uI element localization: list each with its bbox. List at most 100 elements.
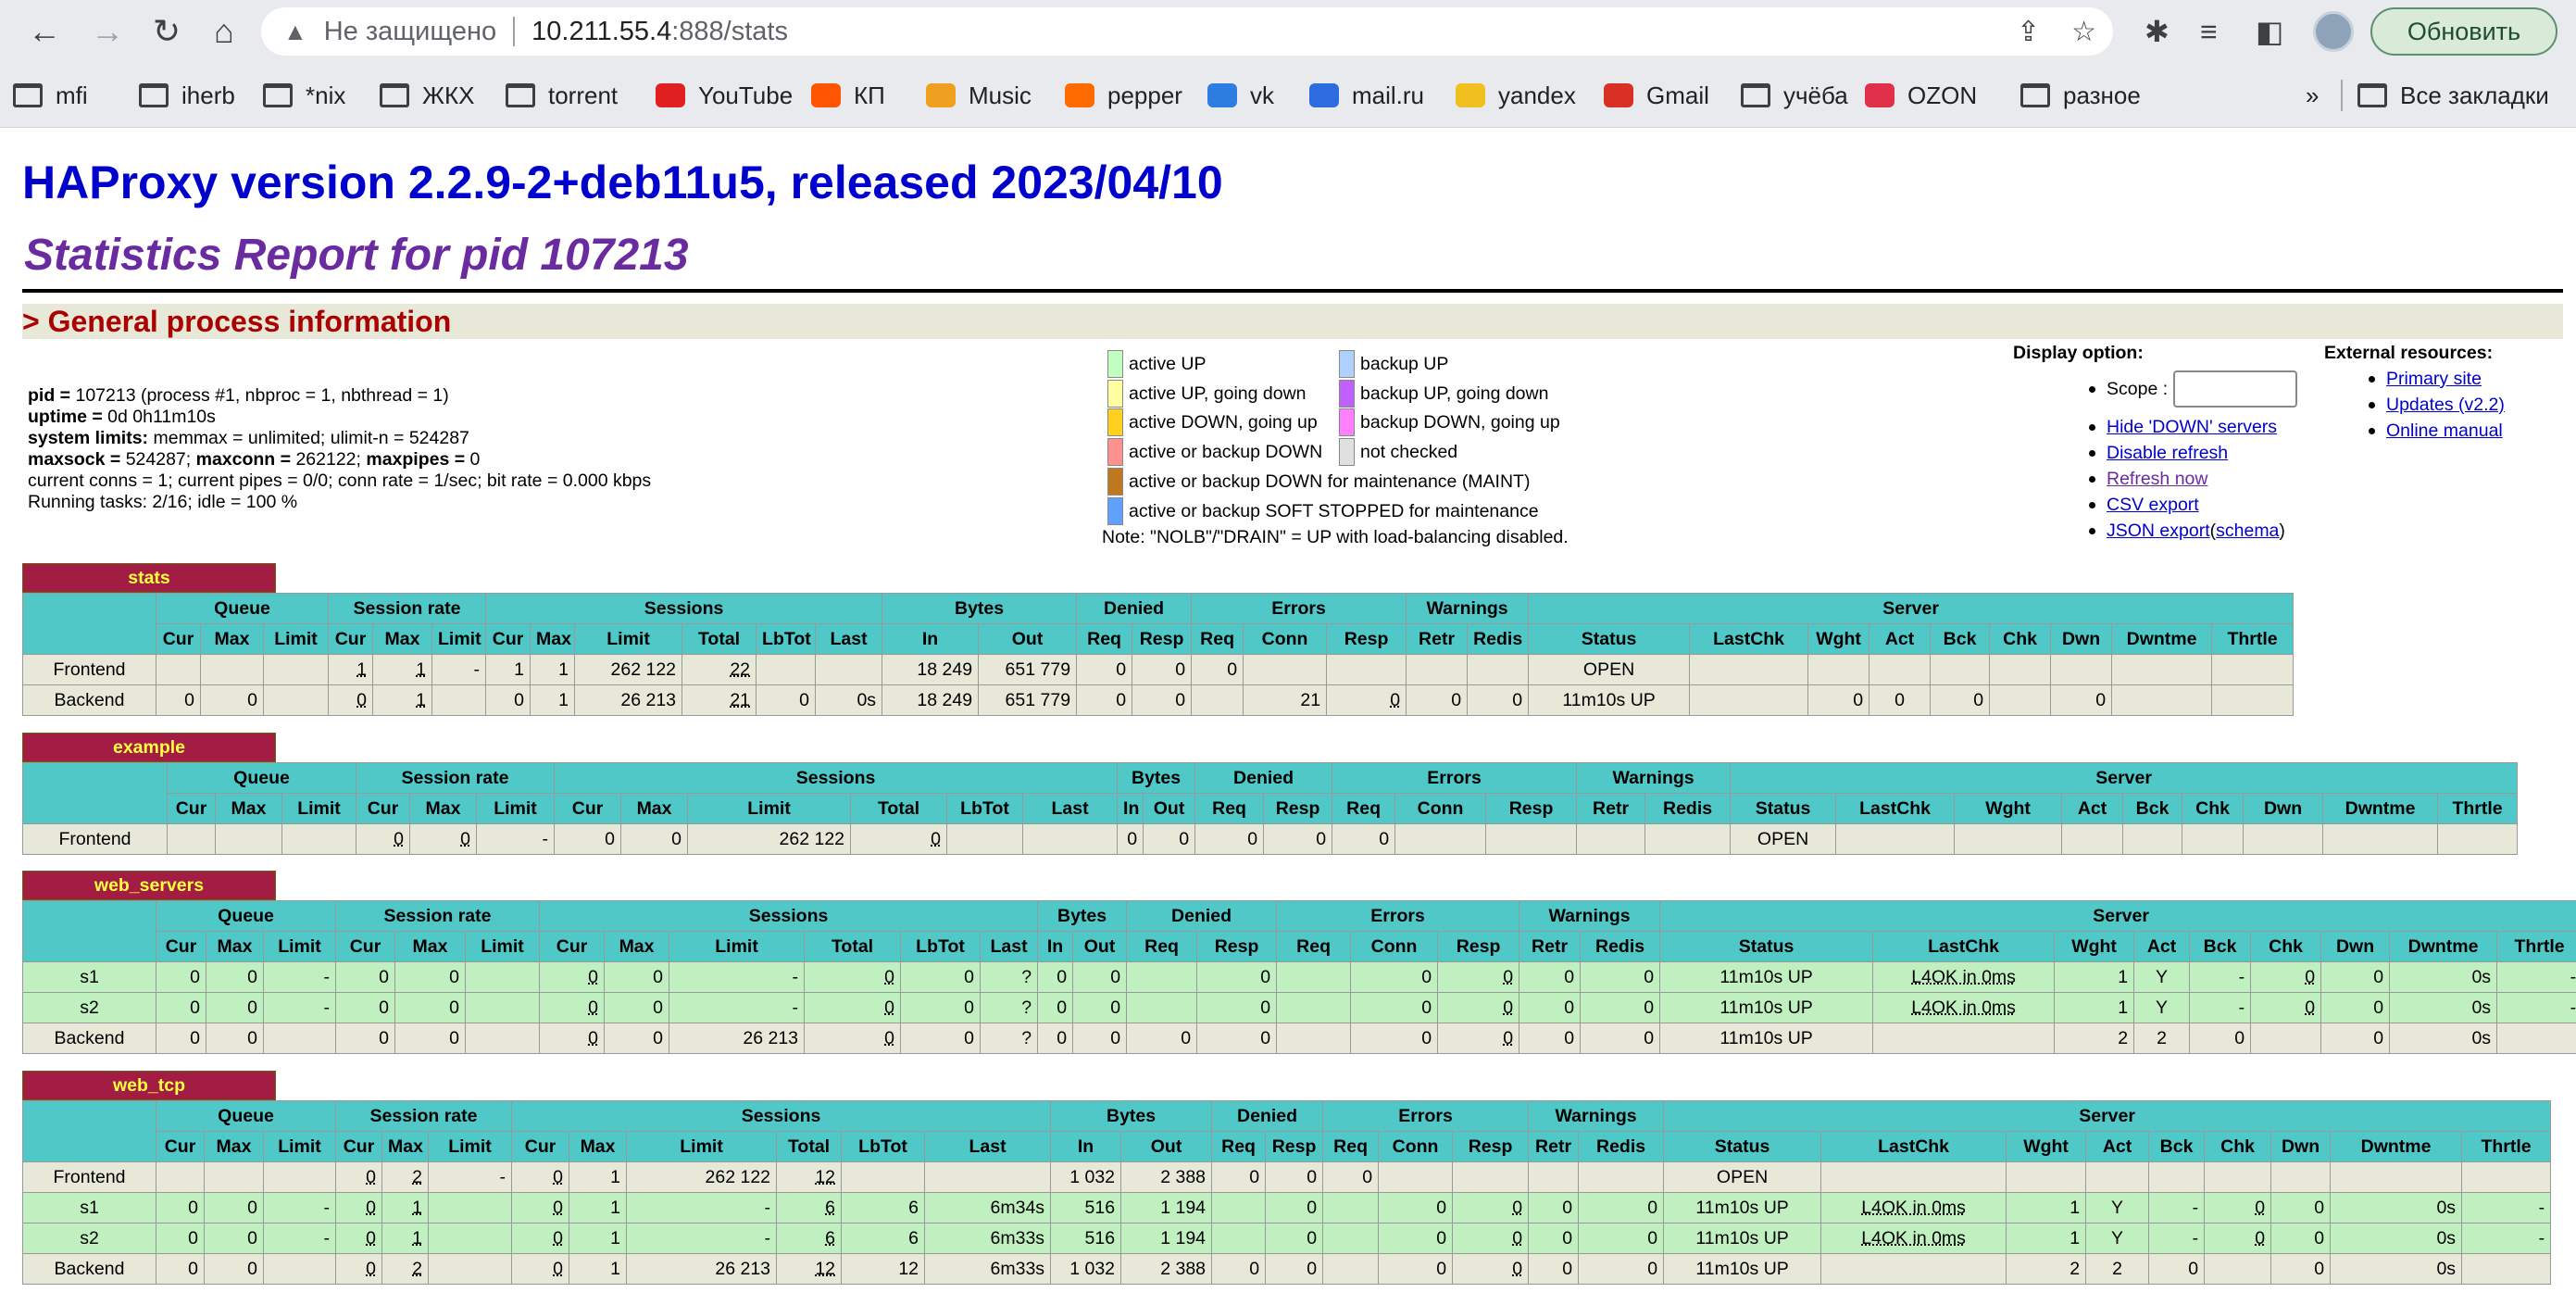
cell-value[interactable]: L4OK in 0ms [1911, 998, 2016, 1018]
primary-site-link[interactable]: Primary site [2386, 369, 2482, 390]
row-name[interactable]: s2 [22, 992, 156, 1023]
cell-value[interactable]: 0 [1512, 1198, 1522, 1218]
cell-value[interactable]: 1 [356, 659, 367, 680]
cell-value[interactable]: 0 [1512, 1259, 1522, 1279]
cell-value[interactable]: 0 [553, 1259, 563, 1279]
proxy-name[interactable]: web_tcp [113, 1075, 185, 1097]
cell-value[interactable]: 12 [815, 1259, 835, 1279]
proxy-name[interactable]: stats [128, 568, 170, 589]
cell-value[interactable]: 2 [412, 1167, 422, 1187]
cell-value[interactable]: 6 [825, 1228, 835, 1249]
warning-triangle-icon[interactable]: ▲ [283, 18, 307, 46]
cell-value[interactable]: 0 [2305, 967, 2315, 987]
bookmark-9[interactable]: vk [1207, 78, 1274, 113]
cell-value[interactable]: 0 [1503, 1028, 1513, 1048]
bookmark-1[interactable]: iherb [139, 78, 235, 113]
proxy-title[interactable]: web_tcp [22, 1071, 276, 1100]
refresh-now-link[interactable]: Refresh now [2107, 469, 2207, 490]
proxy-name[interactable]: example [113, 737, 185, 759]
row-name[interactable]: s2 [22, 1223, 156, 1254]
bookmark-3[interactable]: ЖКХ [380, 78, 475, 113]
cell-value[interactable]: 0 [588, 967, 598, 987]
bookmark-6[interactable]: КП [811, 78, 885, 113]
cell-value[interactable]: 0 [366, 1228, 376, 1249]
all-bookmarks[interactable]: Все закладки [2357, 78, 2549, 113]
proxy-title[interactable]: web_servers [22, 871, 276, 900]
bookmark-4[interactable]: torrent [506, 78, 618, 113]
cell-value[interactable]: 0 [394, 829, 404, 849]
cell-value[interactable]: 0 [931, 829, 941, 849]
disable-refresh-link[interactable]: Disable refresh [2107, 443, 2228, 464]
cell-value[interactable]: 0 [553, 1228, 563, 1249]
cell-value[interactable]: 0 [366, 1198, 376, 1218]
update-button[interactable]: Обновить [2370, 7, 2557, 56]
cell-value[interactable]: 0 [2305, 998, 2315, 1018]
bookmark-12[interactable]: Gmail [1604, 78, 1709, 113]
cell-value[interactable]: L4OK in 0ms [1911, 967, 2016, 987]
cell-value[interactable]: 0 [366, 1167, 376, 1187]
cell-value[interactable]: L4OK in 0ms [1861, 1198, 1966, 1218]
row-name[interactable]: s1 [22, 961, 156, 993]
proxy-title[interactable]: stats [22, 563, 276, 593]
csv-export-link[interactable]: CSV export [2107, 495, 2199, 516]
row-name[interactable]: Backend [22, 1253, 156, 1285]
more-bookmarks-icon[interactable]: » [2306, 78, 2319, 113]
cell-value[interactable]: 0 [588, 1028, 598, 1048]
schema-link[interactable]: schema [2216, 521, 2279, 542]
cell-value[interactable]: 0 [1512, 1228, 1522, 1249]
updates-link[interactable]: Updates (v2.2) [2386, 395, 2505, 416]
cell-value[interactable]: 1 [416, 690, 426, 710]
cell-value[interactable]: 2 [412, 1259, 422, 1279]
cell-value[interactable]: 0 [460, 829, 470, 849]
cell-value[interactable]: 0 [884, 967, 894, 987]
bookmark-11[interactable]: yandex [1456, 78, 1576, 113]
row-name[interactable]: Frontend [22, 654, 156, 685]
row-name[interactable]: Backend [22, 684, 156, 716]
cell-value[interactable]: 1 [412, 1228, 422, 1249]
reload-icon[interactable]: ↻ [143, 7, 191, 56]
hide-down-servers-link[interactable]: Hide 'DOWN' servers [2107, 417, 2277, 438]
cell-value[interactable]: 22 [730, 659, 750, 680]
insecure-label[interactable]: Не защищено [324, 17, 496, 47]
cell-value[interactable]: 0 [553, 1198, 563, 1218]
cell-value[interactable]: 0 [884, 998, 894, 1018]
proxy-title[interactable]: example [22, 733, 276, 762]
cell-value[interactable]: 6 [825, 1198, 835, 1218]
proxy-name[interactable]: web_servers [94, 875, 204, 897]
row-name[interactable]: Frontend [22, 1161, 156, 1193]
extensions-puzzle-icon[interactable]: ✱ [2145, 7, 2170, 56]
bookmark-5[interactable]: YouTube [656, 78, 793, 113]
row-name[interactable]: Backend [22, 1023, 156, 1054]
reading-list-icon[interactable]: ≡ [2200, 7, 2218, 56]
cell-value[interactable]: 1 [412, 1198, 422, 1218]
row-name[interactable]: s1 [22, 1192, 156, 1223]
bookmark-star-icon[interactable]: ☆ [2071, 16, 2096, 48]
forward-arrow-icon[interactable]: → [83, 7, 131, 56]
cell-value[interactable]: 0 [2255, 1198, 2265, 1218]
cell-value[interactable]: 0 [884, 1028, 894, 1048]
share-icon[interactable]: ⇪ [2017, 16, 2040, 48]
cell-value[interactable]: 0 [553, 1167, 563, 1187]
bookmark-7[interactable]: Music [926, 78, 1032, 113]
online-manual-link[interactable]: Online manual [2386, 420, 2503, 442]
side-panel-icon[interactable]: ◧ [2256, 7, 2283, 56]
cell-value[interactable]: 21 [730, 690, 750, 710]
bookmark-2[interactable]: *nix [263, 78, 345, 113]
bookmark-10[interactable]: mail.ru [1309, 78, 1424, 113]
cell-value[interactable]: 12 [815, 1167, 835, 1187]
cell-value[interactable]: L4OK in 0ms [1861, 1228, 1966, 1249]
bookmark-13[interactable]: учёба [1741, 78, 1848, 113]
bookmark-14[interactable]: OZON [1865, 78, 1977, 113]
row-name[interactable]: Frontend [22, 823, 168, 855]
cell-value[interactable]: 0 [2255, 1228, 2265, 1249]
profile-avatar[interactable] [2313, 11, 2354, 52]
home-icon[interactable]: ⌂ [200, 7, 248, 56]
address-bar[interactable]: ▲ Не защищено 10.211.55.4 :888/stats ⇪ ☆ [261, 7, 2113, 56]
back-arrow-icon[interactable]: ← [20, 7, 69, 56]
scope-input[interactable] [2173, 370, 2298, 408]
json-export-link[interactable]: JSON export [2107, 521, 2210, 542]
bookmark-0[interactable]: mfi [13, 78, 88, 113]
cell-value[interactable]: 0 [588, 998, 598, 1018]
bookmark-15[interactable]: разное [2020, 78, 2141, 113]
cell-value[interactable]: 1 [416, 659, 426, 680]
